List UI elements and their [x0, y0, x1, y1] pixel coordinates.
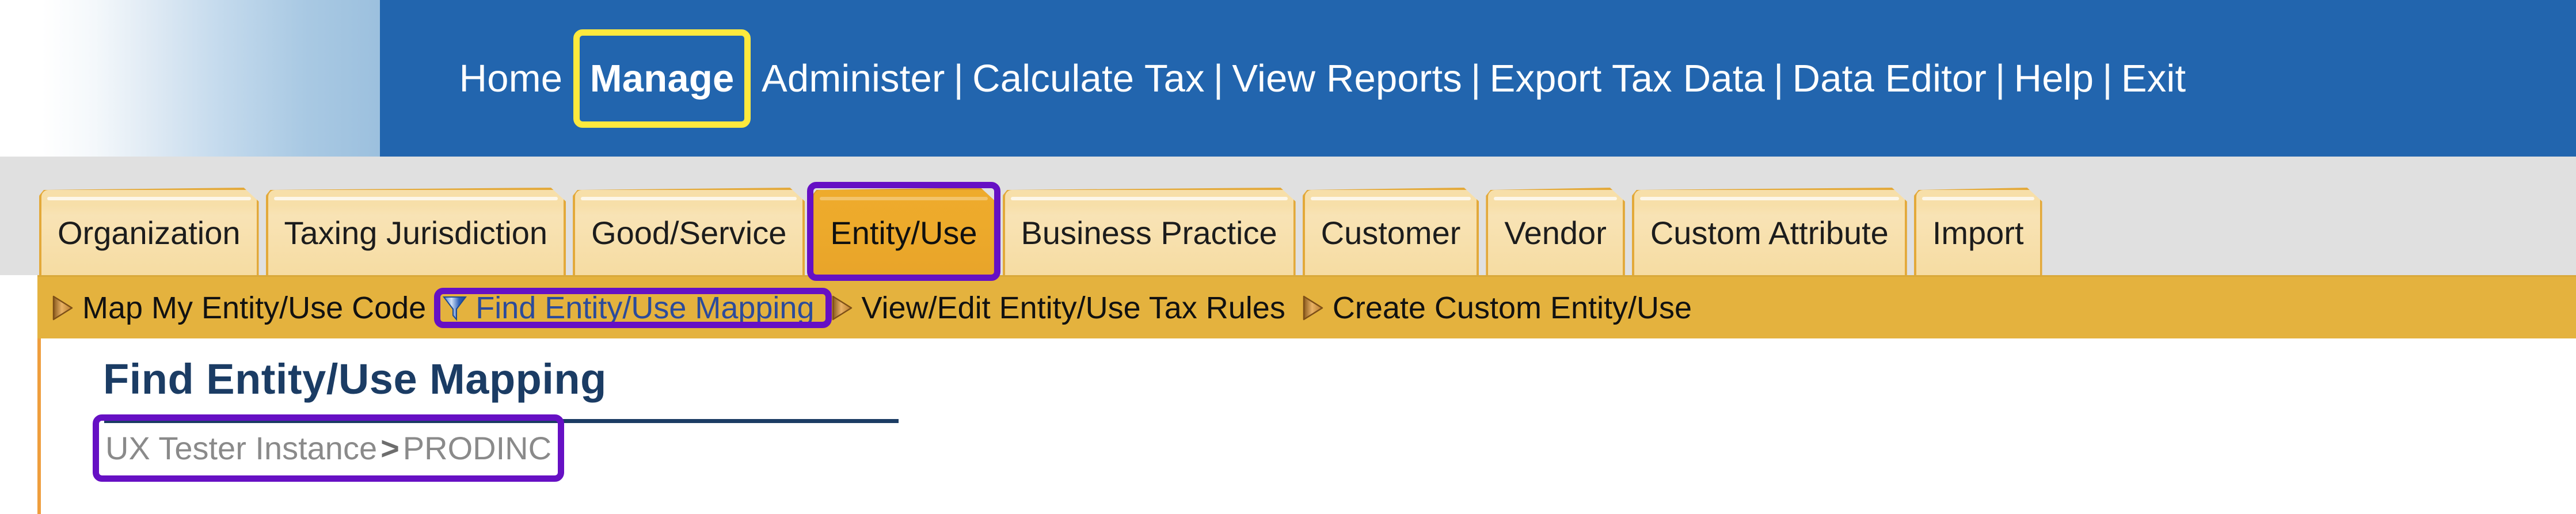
tab-label: Import — [1932, 214, 2024, 251]
tab-gloss — [1922, 197, 2034, 200]
content-panel: Find Entity/Use Mapping UX Tester Instan… — [37, 338, 2576, 514]
nav-separator: | — [2102, 56, 2113, 100]
nav-separator: | — [1774, 56, 1784, 100]
tab-gloss — [820, 197, 987, 200]
application-window: Home | Manage | Administer | Calculate Tax | Vie… — [0, 0, 2576, 514]
tab-gloss — [581, 197, 797, 200]
nav-item-manage[interactable]: Manage — [583, 59, 742, 98]
tab-gloss — [274, 197, 558, 200]
tab-gloss — [1311, 197, 1471, 200]
subnav-item-label: Map My Entity/Use Code — [82, 290, 427, 325]
sub-navigation-bar: Map My Entity/Use Code Find Entity/Use Ma… — [37, 275, 2576, 338]
nav-separator: | — [1470, 56, 1481, 100]
subnav-item-create-custom-entity-use[interactable]: Create Custom Entity/Use — [1298, 290, 1704, 326]
nav-separator: | — [743, 56, 754, 100]
tab-custom-attribute[interactable]: Custom Attribute — [1632, 188, 1907, 275]
tab-label: Good/Service — [591, 214, 787, 251]
play-triangle-icon — [1302, 295, 1325, 321]
funnel-filter-icon — [442, 295, 467, 321]
nav-item-exit[interactable]: Exit — [2114, 59, 2194, 98]
tab-label: Business Practice — [1021, 214, 1277, 251]
subnav-item-map-my-entity-use-code[interactable]: Map My Entity/Use Code — [48, 290, 439, 326]
nav-separator: | — [1213, 56, 1224, 100]
tab-label: Taxing Jurisdiction — [284, 214, 548, 251]
main-navigation: Home | Manage | Administer | Calculate Tax | Vie… — [0, 0, 2576, 157]
nav-separator: | — [953, 56, 964, 100]
nav-item-administer[interactable]: Administer — [754, 59, 952, 98]
breadcrumb-separator: > — [380, 430, 399, 466]
breadcrumb-root[interactable]: UX Tester Instance — [105, 430, 377, 466]
subnav-item-view-edit-entity-use-tax-rules[interactable]: View/Edit Entity/Use Tax Rules — [827, 290, 1298, 326]
nav-separator: | — [571, 56, 581, 100]
subnav-item-label: Find Entity/Use Mapping — [475, 290, 815, 325]
tab-import[interactable]: Import — [1914, 188, 2042, 275]
tab-good-service[interactable]: Good/Service — [573, 188, 805, 275]
nav-item-home[interactable]: Home — [452, 59, 570, 98]
breadcrumb-current: PRODINC — [402, 430, 552, 466]
breadcrumb: UX Tester Instance > PRODINC — [105, 429, 551, 467]
subnav-item-label: View/Edit Entity/Use Tax Rules — [861, 290, 1285, 325]
entity-tab-bar: Organization Taxing Jurisdiction Good/Serv… — [39, 182, 2042, 275]
play-triangle-icon — [831, 295, 854, 321]
tab-label: Entity/Use — [830, 214, 977, 251]
tab-label: Organization — [58, 214, 241, 251]
tab-label: Vendor — [1504, 214, 1607, 251]
nav-item-calculate-tax[interactable]: Calculate Tax — [965, 59, 1212, 98]
page-title: Find Entity/Use Mapping — [103, 355, 607, 403]
main-nav-list: Home | Manage | Administer | Calculate Tax | Vie… — [452, 59, 2194, 98]
app-header: Home | Manage | Administer | Calculate Tax | Vie… — [0, 0, 2576, 157]
subnav-item-find-entity-use-mapping[interactable]: Find Entity/Use Mapping — [439, 290, 827, 326]
tab-customer[interactable]: Customer — [1303, 188, 1479, 275]
page-title-underline — [104, 419, 899, 423]
tab-organization[interactable]: Organization — [39, 188, 259, 275]
tab-vendor[interactable]: Vendor — [1486, 188, 1625, 275]
tab-gloss — [1011, 197, 1288, 200]
tab-label: Customer — [1321, 214, 1461, 251]
tab-gloss — [47, 197, 251, 200]
tab-gloss — [1640, 197, 1899, 200]
tab-taxing-jurisdiction[interactable]: Taxing Jurisdiction — [266, 188, 566, 275]
tab-entity-use[interactable]: Entity/Use — [812, 188, 995, 275]
tab-label: Custom Attribute — [1650, 214, 1889, 251]
play-triangle-icon — [51, 295, 74, 321]
nav-item-export-tax-data[interactable]: Export Tax Data — [1482, 59, 1772, 98]
subnav-item-label: Create Custom Entity/Use — [1332, 290, 1692, 325]
nav-item-data-editor[interactable]: Data Editor — [1785, 59, 1994, 98]
nav-separator: | — [1995, 56, 2006, 100]
tab-gloss — [1494, 197, 1617, 200]
nav-item-help[interactable]: Help — [2007, 59, 2102, 98]
nav-item-view-reports[interactable]: View Reports — [1224, 59, 1470, 98]
tab-business-practice[interactable]: Business Practice — [1003, 188, 1296, 275]
